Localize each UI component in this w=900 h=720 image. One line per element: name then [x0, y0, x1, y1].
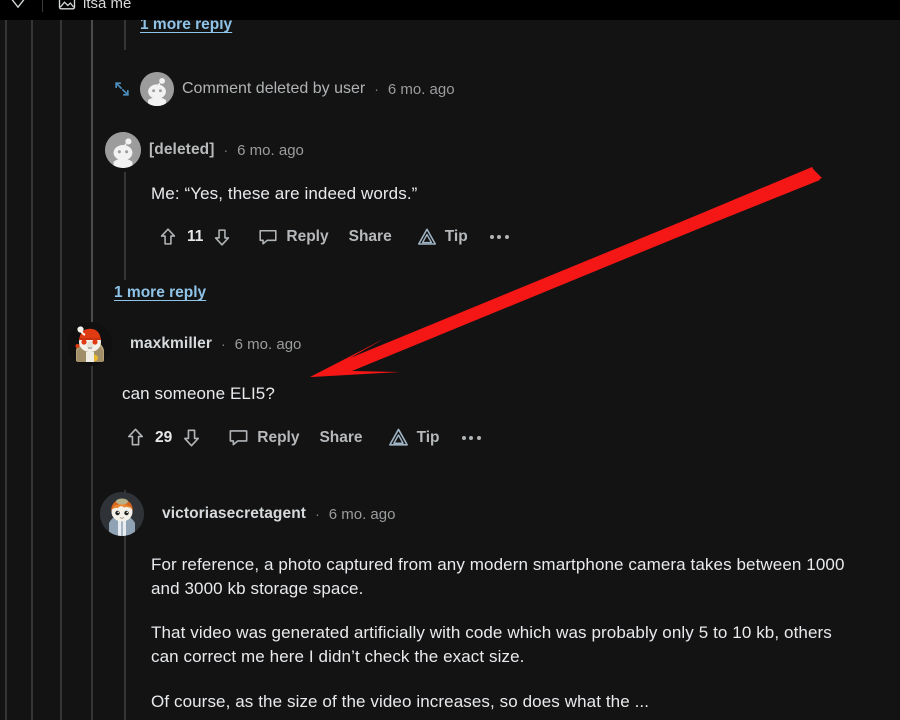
downvote-arrow-icon[interactable]: [180, 426, 203, 449]
reply-label: Reply: [286, 228, 329, 246]
maxkmiller-avatar[interactable]: [68, 322, 112, 366]
thread-indent-line-3[interactable]: [60, 20, 62, 720]
tip-triangle-icon: [388, 428, 408, 446]
comment-deleted-author: [deleted] · 6 mo. ago Me: “Yes, these ar…: [105, 132, 791, 251]
comment-action-bar: 11 Reply Share Tip: [151, 223, 791, 251]
thread-indent-line-4[interactable]: [91, 20, 93, 340]
comment-bubble-icon: [259, 230, 277, 245]
reply-label: Reply: [257, 428, 300, 446]
comment-timestamp: 6 mo. ago: [237, 141, 304, 159]
upvote-arrow-icon[interactable]: [157, 226, 179, 248]
comment-paragraph: That video was generated artificially wi…: [151, 623, 832, 667]
collapsed-comment-label: Comment deleted by user: [182, 80, 366, 97]
vote-group[interactable]: 29: [118, 423, 209, 452]
deleted-user-avatar[interactable]: [140, 72, 174, 106]
comment-paragraph: For reference, a photo captured from any…: [151, 555, 845, 599]
chevron-down-icon[interactable]: [8, 0, 28, 13]
comment-victoriasecretagent: victoriasecretagent · 6 mo. ago For refe…: [100, 492, 851, 714]
tip-button[interactable]: Tip: [381, 423, 446, 452]
meta-separator: ·: [315, 506, 320, 522]
vote-score: 29: [155, 428, 173, 446]
tab-title: itsa me: [83, 0, 132, 12]
comment-timestamp: 6 mo. ago: [328, 505, 396, 523]
image-icon: [58, 0, 76, 10]
tip-label: Tip: [444, 228, 468, 246]
comment-author[interactable]: victoriasecretagent: [162, 505, 306, 523]
browser-top-bar: itsa me: [0, 0, 900, 20]
meta-separator: ·: [374, 81, 379, 97]
tip-label: Tip: [416, 428, 440, 446]
comment-timestamp: 6 mo. ago: [387, 80, 455, 98]
share-button[interactable]: Share: [313, 426, 368, 450]
thread-indent-line-5[interactable]: [124, 20, 126, 50]
comment-bubble-icon: [229, 430, 248, 446]
downvote-arrow-icon[interactable]: [211, 226, 233, 248]
reply-button[interactable]: Reply: [251, 223, 334, 251]
more-replies-link-mid[interactable]: 1 more reply: [114, 284, 206, 302]
comment-maxkmiller: maxkmiller · 6 mo. ago can someone ELI5?…: [68, 322, 762, 452]
comment-author[interactable]: maxkmiller: [130, 335, 212, 353]
collapsed-comment-deleted-by-user[interactable]: Comment deleted by user · 6 mo. ago: [112, 72, 455, 106]
meta-separator: ·: [221, 336, 226, 352]
comment-author[interactable]: [deleted]: [149, 141, 215, 159]
expand-icon[interactable]: [112, 79, 132, 99]
victoriasecretagent-avatar[interactable]: [100, 492, 144, 536]
topbar-divider: [42, 0, 43, 12]
comment-action-bar: 29 Reply Share Tip: [118, 423, 762, 452]
comment-paragraph: Of course, as the size of the video incr…: [151, 691, 650, 711]
upvote-arrow-icon[interactable]: [124, 426, 147, 449]
topbar-tab[interactable]: itsa me: [57, 0, 131, 13]
tip-button[interactable]: Tip: [410, 223, 474, 251]
share-button[interactable]: Share: [343, 225, 398, 249]
reply-button[interactable]: Reply: [221, 423, 305, 452]
deleted-user-avatar[interactable]: [105, 132, 141, 168]
more-replies-link-top[interactable]: 1 more reply: [140, 20, 232, 34]
meta-separator: ·: [223, 142, 229, 158]
thread-indent-line-1[interactable]: [5, 20, 7, 720]
comment-thread: 1 more reply Comment deleted by user · 6…: [0, 20, 900, 720]
vote-group[interactable]: 11: [151, 223, 239, 251]
more-options-icon[interactable]: [482, 232, 517, 242]
vote-score: 11: [187, 228, 204, 246]
topbar-left-chip[interactable]: [8, 0, 28, 13]
comment-paragraph: Me: “Yes, these are indeed words.”: [151, 184, 418, 203]
comment-timestamp: 6 mo. ago: [234, 335, 302, 353]
more-options-icon[interactable]: [454, 433, 489, 443]
share-label: Share: [319, 428, 363, 446]
tip-triangle-icon: [417, 228, 436, 245]
share-label: Share: [348, 228, 392, 246]
comment-paragraph: can someone ELI5?: [122, 384, 275, 403]
thread-indent-line-2[interactable]: [31, 20, 33, 720]
